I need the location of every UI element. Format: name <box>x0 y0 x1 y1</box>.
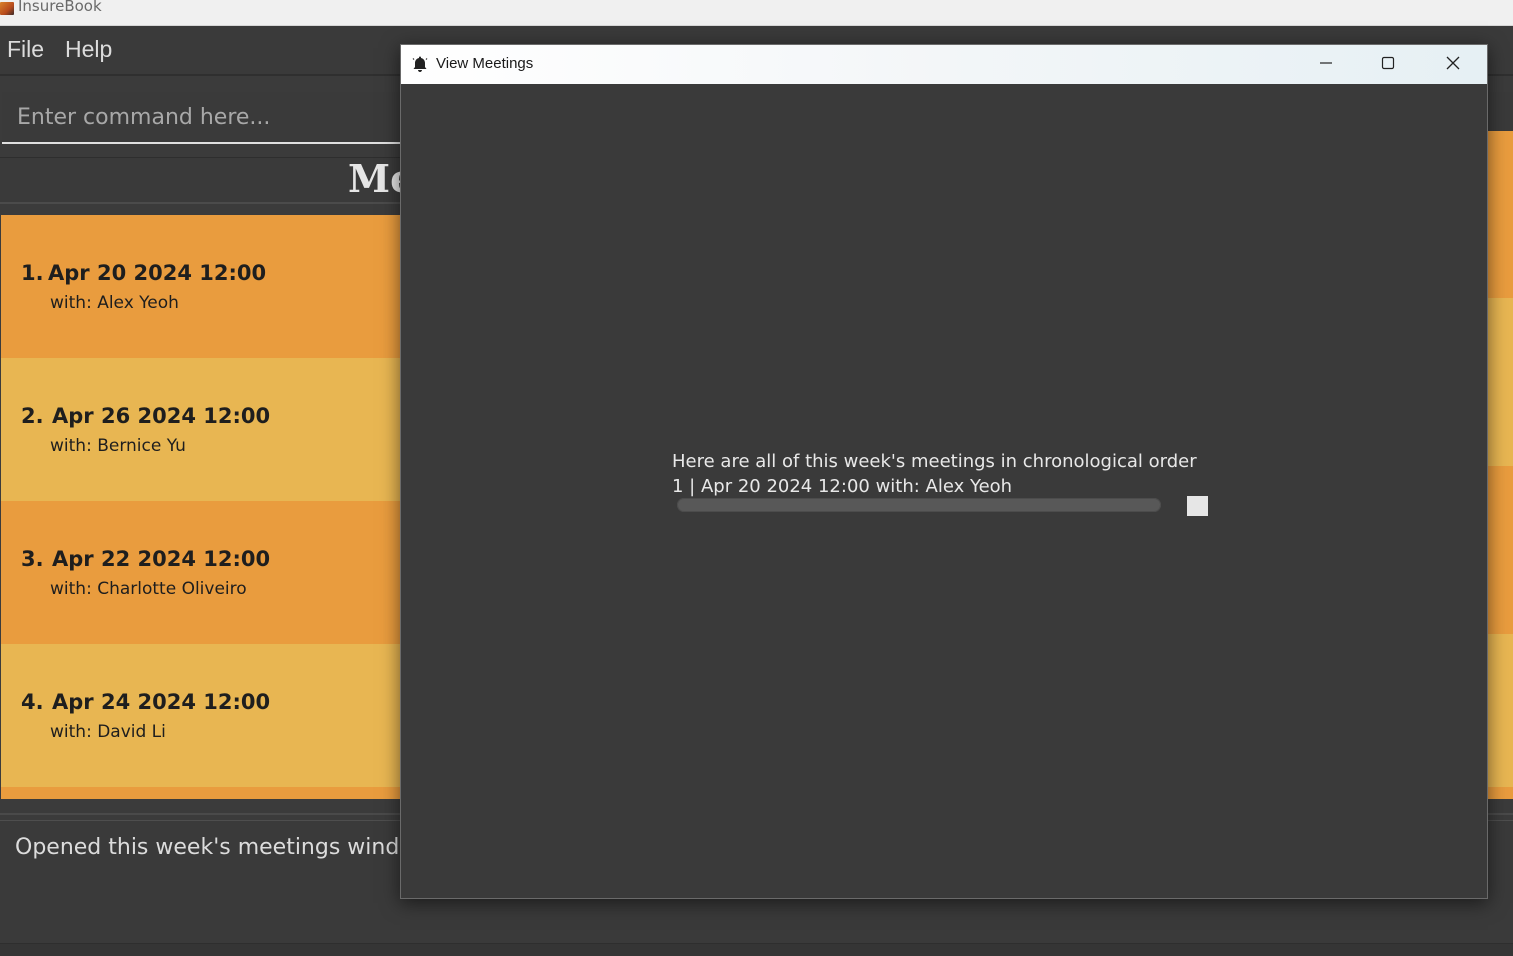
view-meetings-dialog: View Meetings Here are all of this week'… <box>400 44 1488 899</box>
meeting-datetime: Apr 22 2024 12:00 <box>52 547 271 571</box>
meeting-with: with: Bernice Yu <box>50 436 186 456</box>
close-icon <box>1446 55 1460 74</box>
meeting-datetime: Apr 24 2024 12:00 <box>52 690 271 714</box>
maximize-button[interactable] <box>1357 45 1419 84</box>
meeting-index: 4. <box>21 690 44 714</box>
dialog-title: View Meetings <box>436 55 534 72</box>
meeting-index: 3. <box>21 547 44 571</box>
dialog-titlebar[interactable]: View Meetings <box>401 45 1487 84</box>
minimize-button[interactable] <box>1295 45 1357 84</box>
meeting-with: with: Charlotte Oliveiro <box>50 579 247 599</box>
card-edge <box>1486 466 1513 634</box>
meetings-header-line: Here are all of this week's meetings in … <box>672 453 1197 472</box>
main-titlebar: InsureBook <box>0 0 1513 26</box>
minimize-icon <box>1319 55 1333 74</box>
status-bar <box>0 944 1513 956</box>
close-button[interactable] <box>1422 45 1484 84</box>
meeting-datetime: Apr 20 2024 12:00 <box>48 261 267 285</box>
meeting-index: 2. <box>21 404 44 428</box>
menu-help[interactable]: Help <box>65 36 112 63</box>
meeting-entry-line: 1 | Apr 20 2024 12:00 with: Alex Yeoh <box>672 476 1013 497</box>
card-edge <box>1486 298 1513 466</box>
result-message: Opened this week's meetings window. <box>15 835 436 860</box>
maximize-icon <box>1381 55 1395 74</box>
card-edge <box>1486 634 1513 702</box>
app-title: InsureBook <box>18 0 102 15</box>
meeting-index: 1. <box>21 261 44 285</box>
meeting-with: with: Alex Yeoh <box>50 293 179 313</box>
scrollbar-thumb[interactable] <box>677 498 1161 512</box>
horizontal-scrollbar[interactable] <box>677 498 1161 512</box>
meetings-text-area[interactable]: Here are all of this week's meetings in … <box>672 453 1212 498</box>
card-edge <box>1486 131 1513 298</box>
meeting-with: with: David Li <box>50 722 166 742</box>
meeting-datetime: Apr 26 2024 12:00 <box>52 404 271 428</box>
menu-file[interactable]: File <box>7 36 44 63</box>
bell-icon <box>411 55 429 73</box>
app-logo-icon <box>0 2 14 15</box>
scrollbar-corner <box>1187 496 1208 516</box>
